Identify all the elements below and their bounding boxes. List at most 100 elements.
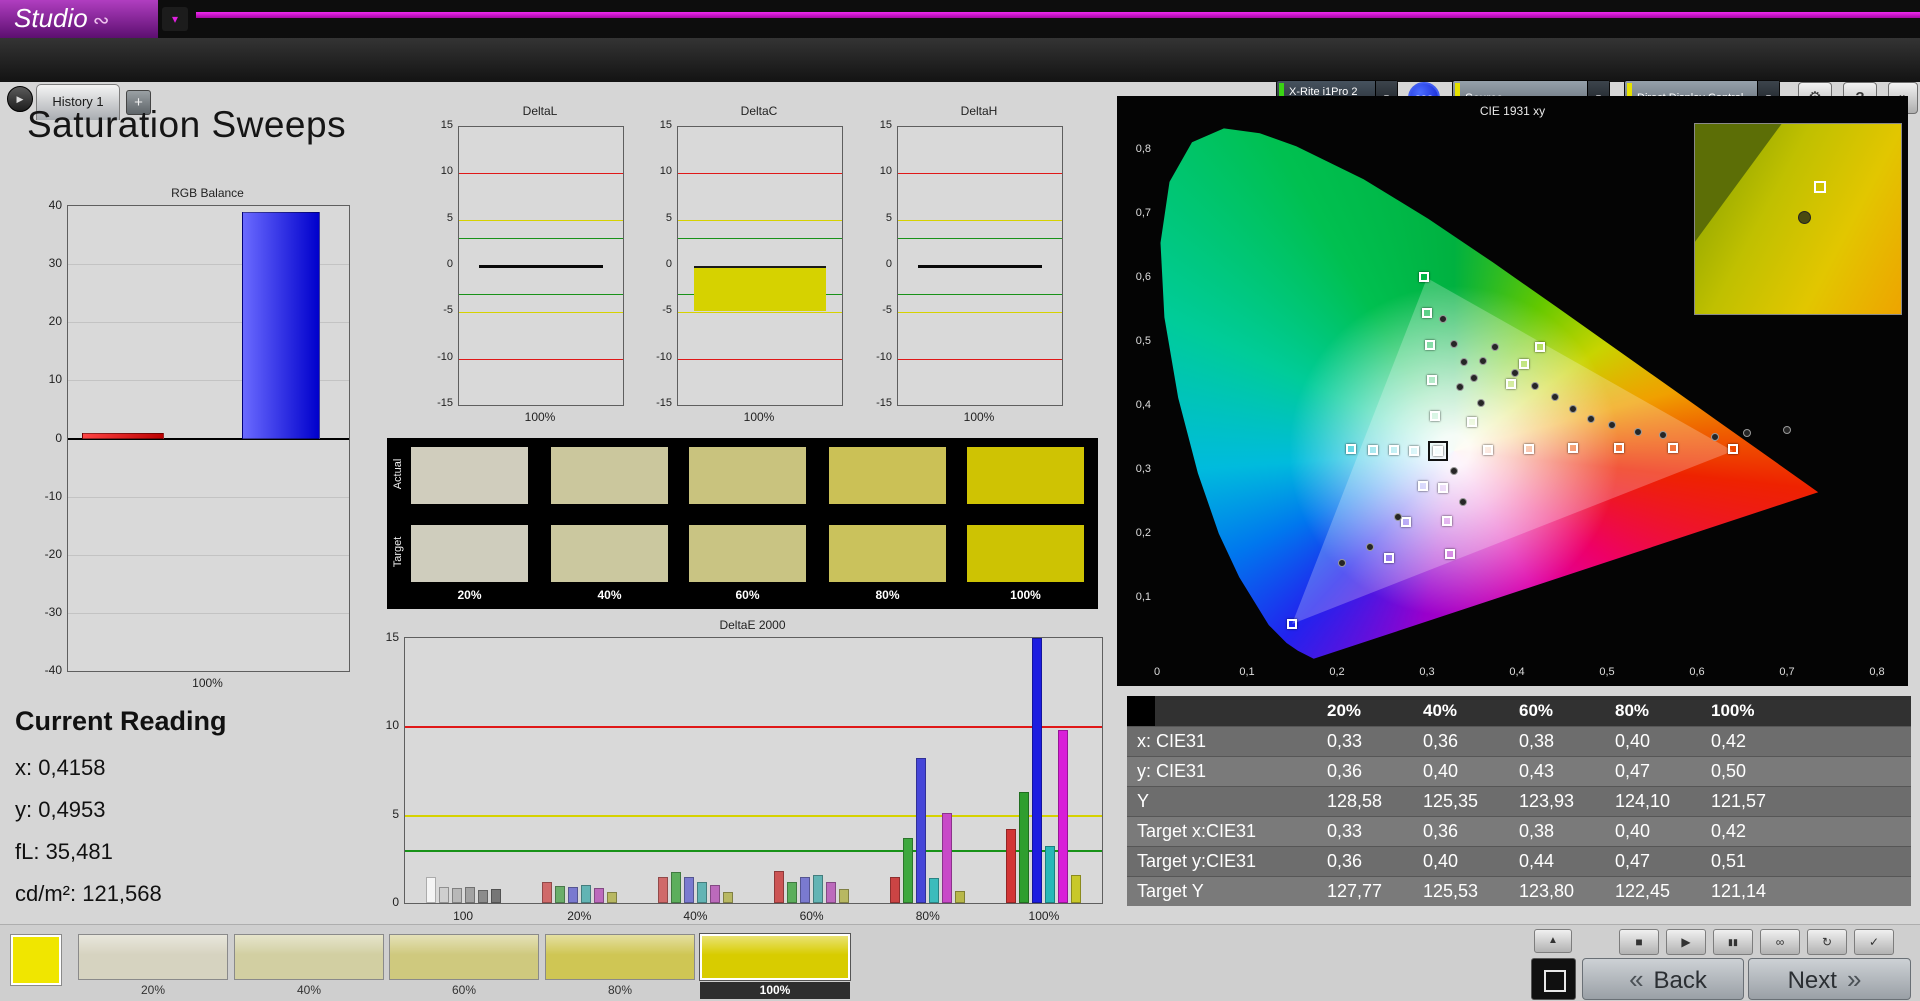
- actual-target-swatch-panel: ActualTarget20%40%60%80%100%: [387, 438, 1098, 609]
- value-cell: 0,33: [1327, 821, 1423, 842]
- pattern-swatch-40%[interactable]: [234, 934, 384, 980]
- pattern-swatch-60%[interactable]: [389, 934, 539, 980]
- delta-e-bar: [594, 888, 604, 903]
- delta-e-bar: [800, 877, 810, 904]
- x-axis-tick-label: 0,5: [1587, 666, 1627, 678]
- delta-e-bar: [955, 891, 965, 903]
- refresh-button[interactable]: ↻: [1807, 929, 1847, 955]
- delta-c-xlabel: 100%: [677, 410, 841, 424]
- ref-line-yellow: [678, 220, 842, 221]
- target-square-marker: [1519, 359, 1529, 369]
- delta-e-chart: 15105010020%40%60%80%100%: [404, 637, 1103, 904]
- measurement-table: 20%40%60%80%100%x: CIE310,330,360,380,40…: [1127, 696, 1911, 906]
- target-square-marker: [1445, 549, 1455, 559]
- actual-swatch: [829, 447, 946, 504]
- measured-dot-marker: [1531, 382, 1539, 390]
- y-axis-tick-label: 15: [421, 119, 453, 131]
- value-cell: 0,51: [1711, 851, 1807, 872]
- x-axis-tick-label: 40%: [665, 909, 725, 923]
- white-point-highlight: [1428, 441, 1448, 461]
- y-axis-tick-label: 0,8: [1119, 143, 1151, 155]
- swatch-column-label: 20%: [411, 588, 528, 602]
- red-bar: [82, 433, 164, 439]
- pattern-window-button[interactable]: [1531, 958, 1576, 1000]
- pattern-swatch-80%[interactable]: [545, 934, 695, 980]
- target-swatch: [967, 525, 1084, 582]
- value-cell: 0,40: [1615, 821, 1711, 842]
- pattern-swatch-label: 20%: [78, 982, 228, 999]
- x-axis-tick-label: 80%: [898, 909, 958, 923]
- delta-e-bar: [555, 886, 565, 903]
- confirm-button[interactable]: ✓: [1854, 929, 1894, 955]
- y-axis-tick-label: -10: [640, 351, 672, 363]
- delta-e-bar: [658, 877, 668, 903]
- value-cell: 0,47: [1615, 851, 1711, 872]
- ref-line-yellow: [898, 312, 1062, 313]
- y-axis-tick-label: 0,3: [1119, 463, 1151, 475]
- gridline: [68, 555, 349, 556]
- delta-l-xlabel: 100%: [458, 410, 622, 424]
- value-cell: 0,42: [1711, 821, 1807, 842]
- pause-button[interactable]: ▮▮: [1713, 929, 1753, 955]
- measured-dot-marker: [1634, 428, 1642, 436]
- y-axis-tick-label: -5: [640, 304, 672, 316]
- play-button[interactable]: ▶: [1666, 929, 1706, 955]
- ref-line-green: [459, 294, 623, 295]
- y-axis-tick-label: 15: [860, 119, 892, 131]
- delta-e-bar: [942, 813, 952, 903]
- header-cell: 100%: [1711, 701, 1807, 721]
- delta-e-title: DeltaE 2000: [404, 618, 1101, 632]
- value-cell: 121,57: [1711, 791, 1807, 812]
- delta-e-bar: [1045, 846, 1055, 903]
- value-cell: 0,40: [1615, 731, 1711, 752]
- pattern-preview-swatch[interactable]: [10, 934, 62, 986]
- target-swatch: [551, 525, 668, 582]
- ref-line-yellow: [459, 220, 623, 221]
- logo-menu-caret-icon[interactable]: ▾: [162, 7, 188, 31]
- value-cell: 124,10: [1615, 791, 1711, 812]
- ref-line-red: [898, 359, 1062, 360]
- measured-dot-marker: [1783, 426, 1791, 434]
- y-axis-tick-label: 0: [369, 895, 399, 909]
- app-logo[interactable]: Studio∾: [0, 0, 158, 38]
- next-button[interactable]: Next»: [1748, 958, 1911, 1000]
- inset-measured-dot: [1798, 211, 1811, 224]
- delta-e-bar: [1058, 730, 1068, 903]
- logo-swirl-icon: ∾: [93, 10, 110, 32]
- row-label-cell: Target Y: [1127, 881, 1327, 902]
- delta-e-bar: [813, 875, 823, 903]
- ref-line-red: [898, 173, 1062, 174]
- swatch-row-label-target: Target: [392, 535, 404, 569]
- gridline: [68, 613, 349, 614]
- pattern-swatch-100%[interactable]: [700, 934, 850, 980]
- y-axis-tick-label: 5: [369, 807, 399, 821]
- scroll-up-icon[interactable]: ▲: [1534, 929, 1572, 953]
- loop-button[interactable]: ∞: [1760, 929, 1800, 955]
- y-axis-tick-label: 20: [24, 314, 62, 328]
- top-bar: Studio∾ ▾: [0, 0, 1920, 38]
- pattern-swatch-label: 80%: [545, 982, 695, 999]
- ref-line-yellow: [898, 220, 1062, 221]
- y-axis-tick-label: -15: [860, 397, 892, 409]
- x-axis-tick-label: 0,3: [1407, 666, 1447, 678]
- x-axis-tick-label: 20%: [549, 909, 609, 923]
- value-cell: 127,77: [1327, 881, 1423, 902]
- ref-line-red: [459, 173, 623, 174]
- y-axis-tick-label: 10: [860, 165, 892, 177]
- y-axis-tick-label: 0: [860, 258, 892, 270]
- value-cell: 0,36: [1423, 731, 1519, 752]
- target-square-marker: [1384, 553, 1394, 563]
- target-square-marker: [1418, 481, 1428, 491]
- measured-dot-marker: [1511, 369, 1519, 377]
- back-button[interactable]: «Back: [1582, 958, 1744, 1000]
- stop-button[interactable]: ■: [1619, 929, 1659, 955]
- target-square-marker: [1524, 444, 1534, 454]
- x-axis-tick-label: 0,6: [1677, 666, 1717, 678]
- pattern-swatch-20%[interactable]: [78, 934, 228, 980]
- x-axis-tick-label: 0: [1137, 666, 1177, 678]
- back-label: Back: [1654, 967, 1707, 994]
- value-cell: 0,36: [1327, 761, 1423, 782]
- target-swatch: [689, 525, 806, 582]
- swatch-column-label: 60%: [689, 588, 806, 602]
- y-axis-tick-label: -10: [860, 351, 892, 363]
